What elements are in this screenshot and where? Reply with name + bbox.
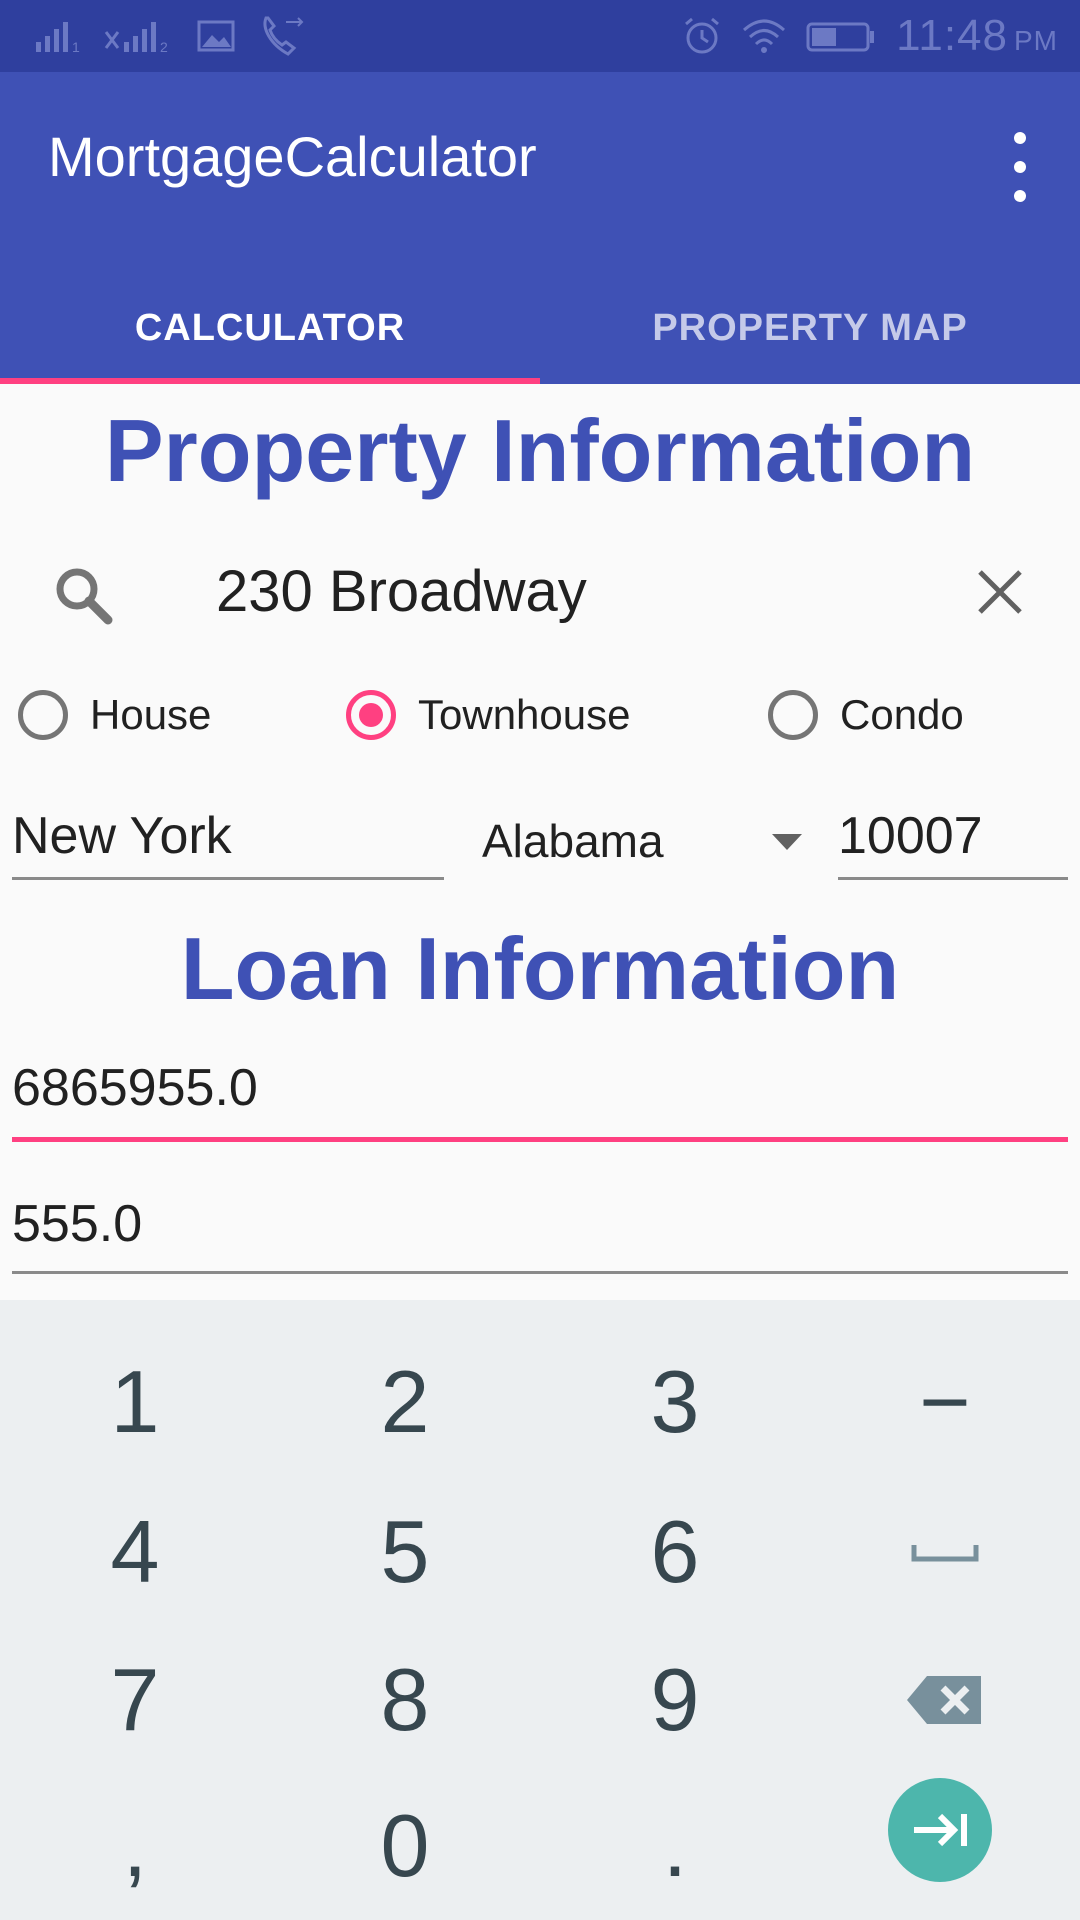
key-space[interactable] (810, 1478, 1080, 1626)
loan-second-field[interactable]: 555.0 (12, 1194, 1068, 1274)
key-9[interactable]: 9 (540, 1626, 810, 1774)
radio-circle[interactable] (346, 690, 396, 740)
key-2[interactable]: 2 (270, 1328, 540, 1476)
loan-information-heading: Loan Information (180, 919, 900, 1018)
image-notification-icon (197, 20, 235, 52)
key-backspace[interactable] (810, 1626, 1080, 1774)
signal-sim2-icon: 2 (104, 22, 168, 54)
key-1[interactable]: 1 (0, 1328, 270, 1476)
space-icon (911, 1545, 979, 1562)
tab-property-map[interactable]: PROPERTY MAP (540, 272, 1080, 384)
overflow-menu-icon[interactable] (1000, 132, 1040, 202)
radio-circle[interactable] (768, 690, 818, 740)
zip-field[interactable]: 10007 (838, 806, 1068, 880)
key-8[interactable]: 8 (270, 1626, 540, 1774)
address-search-bar[interactable]: 230 Broadway (0, 540, 1080, 640)
tab-calculator[interactable]: CALCULATOR (0, 272, 540, 384)
alarm-icon (685, 17, 720, 54)
app-title: MortgageCalculator (48, 125, 537, 188)
enter-icon (914, 1813, 967, 1847)
key-7[interactable]: 7 (0, 1626, 270, 1774)
backspace-icon (907, 1676, 981, 1724)
loan-amount-field[interactable]: 6865955.0 (12, 1058, 1068, 1142)
tab-bar: CALCULATOR PROPERTY MAP (0, 272, 1080, 384)
status-bar: 1 2 11:48 PM (0, 0, 1080, 72)
key-enter[interactable] (888, 1778, 992, 1882)
radio-townhouse[interactable]: Townhouse (346, 690, 630, 740)
key-0[interactable]: 0 (270, 1772, 540, 1920)
dropdown-arrow-icon (772, 834, 802, 850)
key-period[interactable]: . (540, 1772, 810, 1920)
property-type-radio-group: House Townhouse Condo (0, 690, 1080, 760)
numeric-keyboard: 1 2 3 − 4 5 6 7 8 9 , 0 . (0, 1300, 1080, 1920)
state-dropdown[interactable]: Alabama (482, 812, 802, 872)
call-forward-icon (263, 16, 304, 56)
radio-house[interactable]: House (18, 690, 211, 740)
key-minus[interactable]: − (810, 1328, 1080, 1476)
signal-sim1-icon: 1 (36, 22, 80, 54)
radio-circle[interactable] (18, 690, 68, 740)
search-icon[interactable] (50, 562, 120, 632)
city-field[interactable]: New York (12, 806, 444, 880)
key-6[interactable]: 6 (540, 1478, 810, 1626)
address-search-input[interactable]: 230 Broadway (216, 558, 587, 625)
key-3[interactable]: 3 (540, 1328, 810, 1476)
property-information-heading: Property Information (104, 401, 976, 500)
radio-condo[interactable]: Condo (768, 690, 964, 740)
svg-text:2: 2 (160, 39, 168, 54)
svg-text:1: 1 (72, 39, 80, 54)
battery-icon (806, 22, 875, 52)
key-comma[interactable]: , (0, 1772, 270, 1920)
key-4[interactable]: 4 (0, 1478, 270, 1626)
app-bar: MortgageCalculator CALCULATOR PROPERTY M… (0, 72, 1080, 384)
clock: 11:48 PM (896, 11, 1058, 60)
key-5[interactable]: 5 (270, 1478, 540, 1626)
tab-indicator (0, 378, 540, 384)
wifi-icon (743, 19, 786, 53)
close-icon[interactable] (970, 562, 1030, 622)
